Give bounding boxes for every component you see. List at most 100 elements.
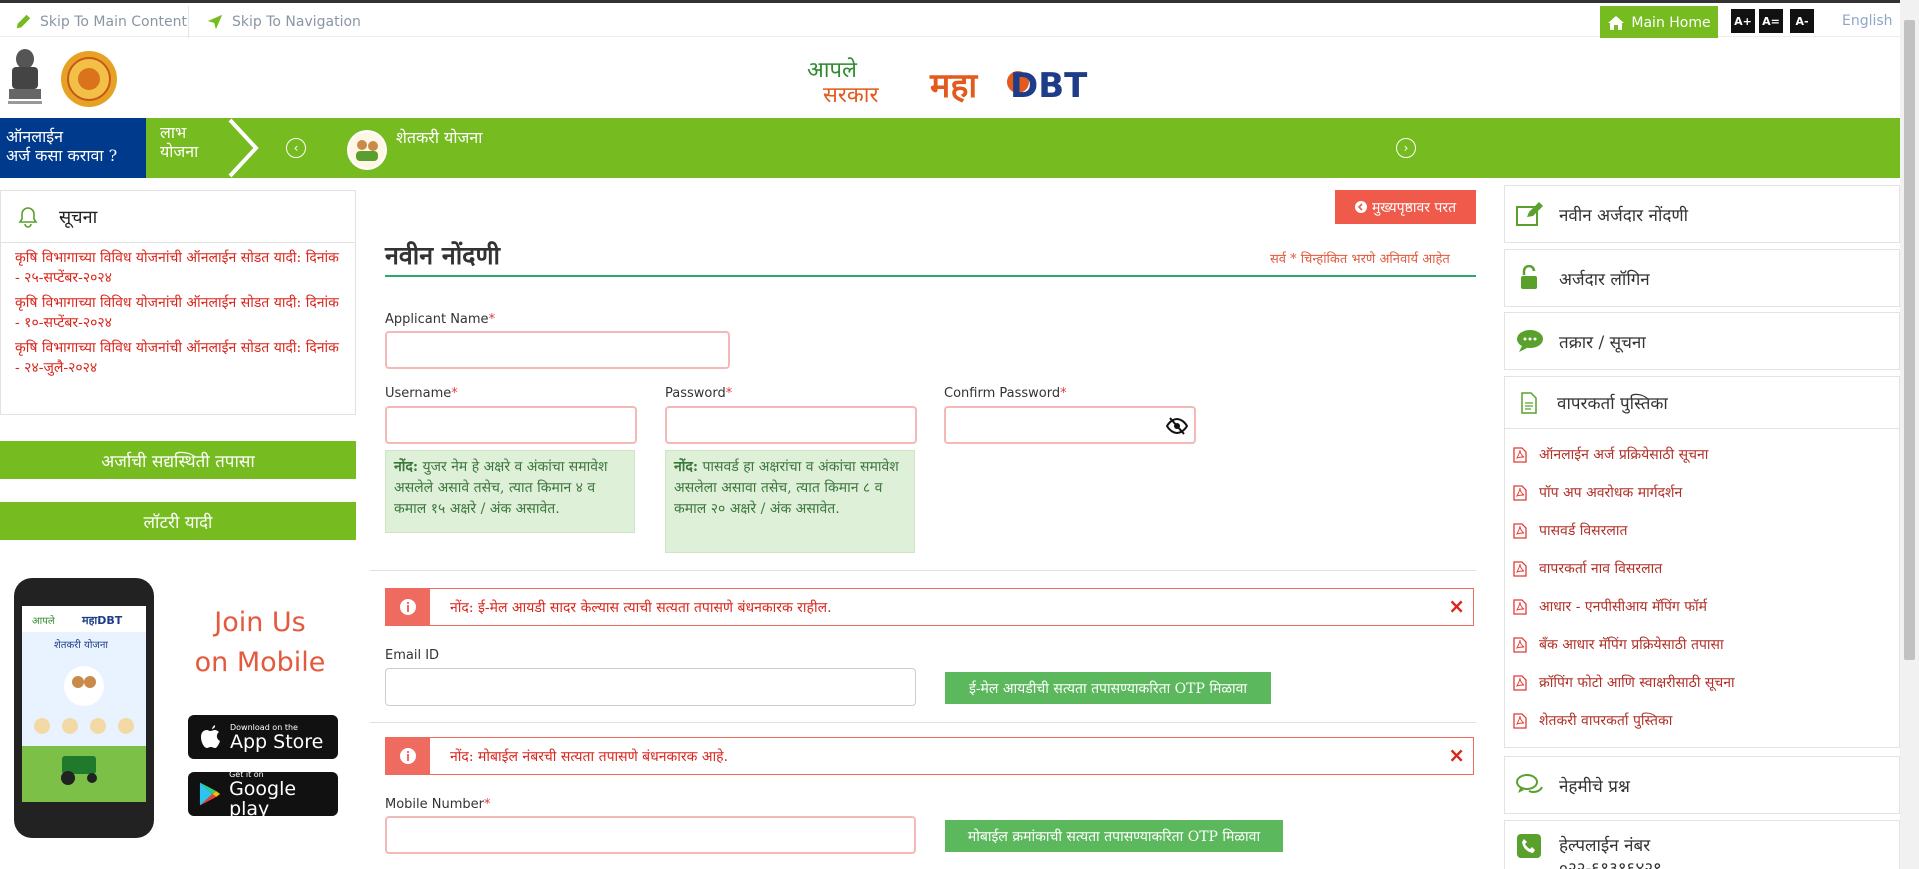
user-manual-title: वापरकर्ता पुस्तिका xyxy=(1557,394,1668,414)
chevron-right-divider-icon xyxy=(228,118,259,178)
applicant-name-input[interactable] xyxy=(385,331,730,369)
confirm-password-label: Confirm Password* xyxy=(944,386,1067,401)
complaint-link[interactable]: तक्रार / सूचना xyxy=(1504,312,1900,370)
svg-text:सरकार: सरकार xyxy=(823,83,879,108)
manual-item-label: वापरकर्ता नाव विसरलात xyxy=(1539,561,1663,577)
info-icon xyxy=(386,589,430,625)
required-mark: * xyxy=(1060,386,1067,401)
applicant-name-label: Applicant Name* xyxy=(385,312,495,327)
manual-item[interactable]: बँक आधार मॅपिंग प्रक्रियेसाठी तपासा xyxy=(1513,635,1724,654)
phone-screen-art: आपले महाDBT शेतकरी योजना xyxy=(22,606,146,802)
svg-text:DBT: DBT xyxy=(1010,66,1088,106)
helpline-box: हेल्पलाईन नंबर ०२२-६१३१६४२९ xyxy=(1504,820,1900,869)
how-to-apply-link[interactable]: ऑनलाईन अर्ज कसा करावा ? xyxy=(0,118,146,178)
mobile-otp-button[interactable]: मोबाईल क्रमांकाची सत्यता तपासण्याकरिता O… xyxy=(945,820,1283,852)
required-mark: * xyxy=(488,312,496,327)
manual-item-label: पासवर्ड विसरलात xyxy=(1539,523,1628,539)
back-to-home-button[interactable]: मुख्यपृष्ठावर परत xyxy=(1335,190,1476,224)
user-manual-panel: वापरकर्ता पुस्तिका ऑनलाईन अर्ज प्रक्रिये… xyxy=(1504,376,1900,748)
manual-item[interactable]: क्रॉपिंग फोटो आणि स्वाक्षरीसाठी सूचना xyxy=(1513,673,1735,692)
faq-link[interactable]: नेहमीचे प्रश्न xyxy=(1504,756,1900,814)
mandatory-note: सर्व * चिन्हांकित भरणे अनिवार्य आहेत xyxy=(1270,252,1450,267)
complaint-label: तक्रार / सूचना xyxy=(1559,332,1646,353)
password-note: नोंद: पासवर्ड हा अक्षरांचा व अंकांचा समा… xyxy=(665,450,915,553)
new-registration-link[interactable]: नवीन अर्जदार नोंदणी xyxy=(1504,185,1900,243)
divider xyxy=(370,722,1476,723)
national-emblem-logo xyxy=(8,49,42,104)
faq-label: नेहमीचे प्रश्न xyxy=(1559,776,1630,797)
pdf-icon xyxy=(1513,522,1527,539)
benefit-schemes-label: लाभ योजना xyxy=(160,123,198,161)
join-us-line1: Join Us xyxy=(214,607,306,638)
main-home-label: Main Home xyxy=(1631,15,1711,31)
apple-icon xyxy=(201,725,220,748)
app-store-button[interactable]: Download on the App Store xyxy=(188,715,338,759)
pencil-icon xyxy=(16,14,31,29)
manual-item[interactable]: आधार - एनपीसीआय मॅपिंग फॉर्म xyxy=(1513,597,1707,616)
application-status-button[interactable]: अर्जाची सद्यस्थिती तपासा xyxy=(0,441,356,479)
password-note-bold: नोंद: xyxy=(674,459,698,475)
new-registration-label: नवीन अर्जदार नोंदणी xyxy=(1559,205,1689,226)
confirm-password-input[interactable] xyxy=(944,406,1196,444)
phone-screen: आपले महाDBT शेतकरी योजना xyxy=(22,606,146,802)
manual-item[interactable]: पासवर्ड विसरलात xyxy=(1513,521,1627,540)
password-input[interactable] xyxy=(665,406,917,444)
applicant-name-label-text: Applicant Name xyxy=(385,312,489,327)
manual-item[interactable]: वापरकर्ता नाव विसरलात xyxy=(1513,559,1662,578)
required-mark: * xyxy=(451,386,458,401)
document-icon xyxy=(1521,391,1537,414)
password-label-text: Password xyxy=(665,386,726,401)
font-decrease-button[interactable]: A- xyxy=(1790,9,1814,33)
username-input[interactable] xyxy=(385,406,637,444)
email-input[interactable] xyxy=(385,668,916,706)
mobile-input[interactable] xyxy=(385,816,916,854)
notice-title: सूचना xyxy=(59,206,98,228)
back-to-home-label: मुख्यपृष्ठावर परत xyxy=(1371,199,1457,216)
edit-icon xyxy=(1516,202,1543,226)
skip-to-nav-label: Skip To Navigation xyxy=(232,14,361,30)
manual-item-label: आधार - एनपीसीआय मॅपिंग फॉर्म xyxy=(1539,599,1708,615)
manual-item[interactable]: ऑनलाईन अर्ज प्रक्रियेसाठी सूचना xyxy=(1513,445,1708,464)
language-link[interactable]: English xyxy=(1842,13,1893,29)
skip-to-nav-link[interactable]: Skip To Navigation xyxy=(206,13,361,31)
phone-icon xyxy=(1517,834,1541,858)
manual-item[interactable]: पॉप अप अवरोधक मार्गदर्शन xyxy=(1513,483,1682,502)
pdf-icon xyxy=(1513,560,1527,577)
notice-item[interactable]: कृषि विभागाच्या विविध योजनांची ऑनलाईन सो… xyxy=(1,243,355,288)
svg-text:महा: महा xyxy=(929,66,978,106)
carousel-next-icon[interactable]: › xyxy=(1396,138,1416,158)
close-icon[interactable]: × xyxy=(1448,743,1465,767)
font-increase-button[interactable]: A+ xyxy=(1731,9,1755,33)
username-note-bold: नोंद: xyxy=(394,459,418,475)
email-alert: नोंद: ई-मेल आयडी सादर केल्यास त्याची सत्… xyxy=(385,588,1474,626)
svg-text:आपले: आपले xyxy=(32,615,55,627)
top-utility-bar: Skip To Main Content Skip To Navigation … xyxy=(0,0,1900,40)
eye-slash-icon[interactable] xyxy=(1166,417,1188,435)
carousel-prev-icon[interactable]: ‹ xyxy=(286,138,306,158)
close-icon[interactable]: × xyxy=(1448,594,1465,618)
font-reset-button[interactable]: A= xyxy=(1759,9,1783,33)
manual-item[interactable]: शेतकरी वापरकर्ता पुस्तिका xyxy=(1513,711,1672,730)
notice-item[interactable]: कृषि विभागाच्या विविध योजनांची ऑनलाईन सो… xyxy=(1,333,355,378)
notice-item[interactable]: कृषि विभागाच्या विविध योजनांची ऑनलाईन सो… xyxy=(1,288,355,333)
manual-item-label: पॉप अप अवरोधक मार्गदर्शन xyxy=(1539,485,1683,501)
username-note-text: युजर नेम हे अक्षरे व अंकांचा समावेश असले… xyxy=(394,459,608,517)
user-manual-header: वापरकर्ता पुस्तिका xyxy=(1505,377,1899,429)
join-us-line2: on Mobile xyxy=(194,647,326,678)
title-underline xyxy=(385,275,1476,277)
lottery-list-button[interactable]: लॉटरी यादी xyxy=(0,502,356,540)
benefit-line2: योजना xyxy=(160,142,199,161)
applicant-login-link[interactable]: अर्जदार लॉगिन xyxy=(1504,249,1900,307)
farmer-scheme-icon[interactable] xyxy=(347,130,387,170)
google-play-button[interactable]: Get it on Google play xyxy=(188,770,338,819)
farmer-scheme-label[interactable]: शेतकरी योजना xyxy=(396,126,482,148)
page-title: नवीन नोंदणी xyxy=(385,241,501,270)
email-otp-button[interactable]: ई-मेल आयडीची सत्यता तपासण्याकरिता OTP मि… xyxy=(945,672,1271,704)
main-home-button[interactable]: Main Home xyxy=(1600,6,1718,40)
page: Skip To Main Content Skip To Navigation … xyxy=(0,0,1919,869)
page-scrollbar[interactable] xyxy=(1900,0,1919,869)
skip-to-main-link[interactable]: Skip To Main Content xyxy=(14,13,187,31)
manual-item-label: क्रॉपिंग फोटो आणि स्वाक्षरीसाठी सूचना xyxy=(1539,675,1735,691)
scrollbar-thumb[interactable] xyxy=(1904,20,1915,660)
benefit-line1: लाभ xyxy=(160,123,187,142)
